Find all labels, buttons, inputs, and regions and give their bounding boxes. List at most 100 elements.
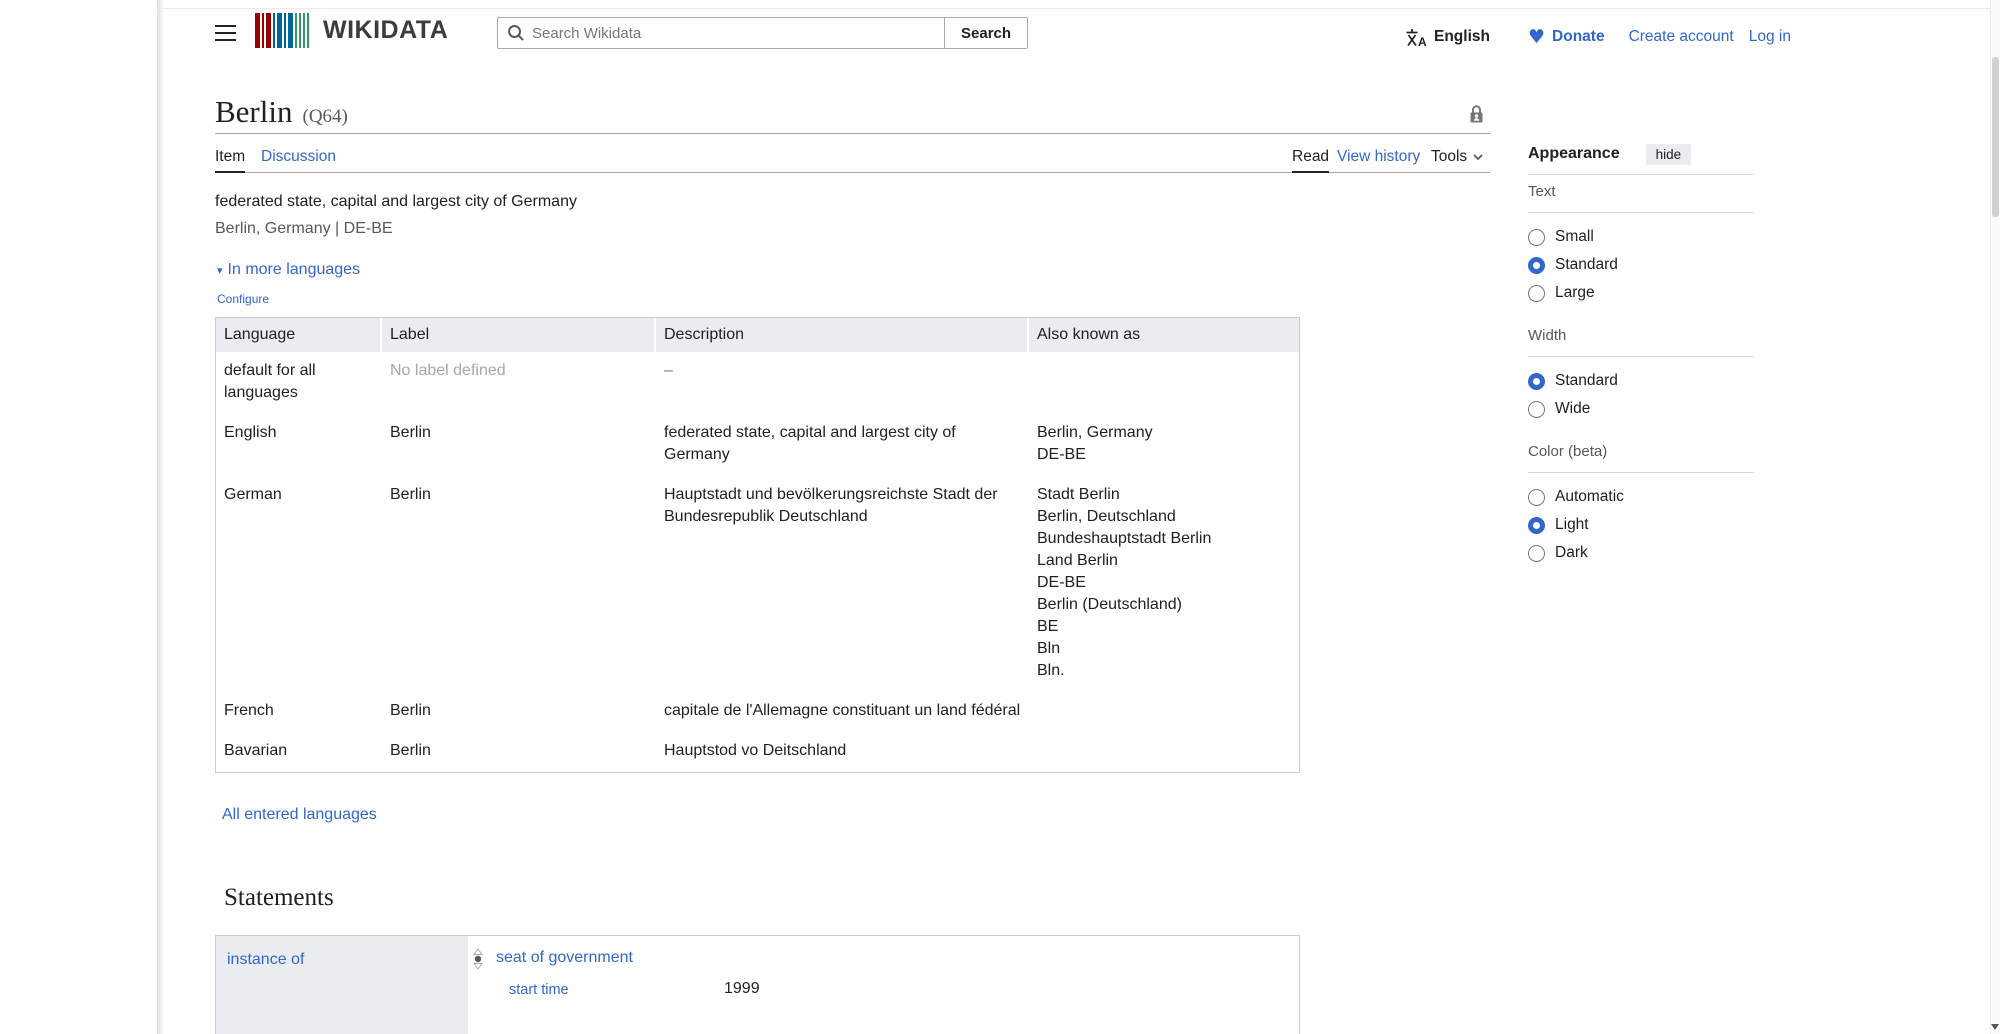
in-more-languages-toggle[interactable]: ▾In more languages xyxy=(217,261,360,279)
statement-value-link[interactable]: seat of government xyxy=(496,949,633,967)
column-header: Description xyxy=(656,318,1029,352)
entity-qid: (Q64) xyxy=(303,106,348,127)
translate-icon: A xyxy=(1405,28,1427,47)
appearance-header: Appearance hide xyxy=(1528,142,1754,166)
cell-aliases: Stadt BerlinBerlin, DeutschlandBundeshau… xyxy=(1029,476,1299,692)
radio-option-standard[interactable]: Standard xyxy=(1528,367,1754,395)
page-title: Berlin (Q64) xyxy=(215,94,348,130)
alias-item: Bln xyxy=(1037,638,1291,660)
language-button-label: English xyxy=(1434,28,1490,46)
cell-description: Hauptstod vo Deitschland xyxy=(656,732,1029,772)
column-header: Label xyxy=(382,318,656,352)
alias-item: BE xyxy=(1037,616,1291,638)
donate-link[interactable]: Donate xyxy=(1552,28,1605,46)
tab-tools[interactable]: Tools xyxy=(1431,148,1484,166)
alias-item: Berlin, Germany xyxy=(1037,422,1291,444)
radio-option-light[interactable]: Light xyxy=(1528,511,1754,539)
entity-label: Berlin xyxy=(215,94,293,129)
radio-option-automatic[interactable]: Automatic xyxy=(1528,483,1754,511)
cell-description: Hauptstadt und bevölkerungsreichste Stad… xyxy=(656,476,1029,692)
configure-link[interactable]: Configure xyxy=(217,292,269,306)
radio-option-small[interactable]: Small xyxy=(1528,223,1754,251)
radio-unselected-icon[interactable] xyxy=(1528,229,1545,246)
scrollbar-thumb[interactable] xyxy=(1992,57,1999,217)
statement-main-cell: seat of government start time 1999 xyxy=(468,936,1299,1034)
tools-label: Tools xyxy=(1431,148,1467,166)
cell-aliases xyxy=(1029,732,1299,772)
scrollbar-down-arrow-icon[interactable] xyxy=(1991,1024,1999,1030)
cell-label: No label defined xyxy=(382,352,656,414)
radio-selected-icon[interactable] xyxy=(1528,373,1545,390)
radio-selected-icon[interactable] xyxy=(1528,517,1545,534)
scrollbar[interactable] xyxy=(1990,0,2000,1034)
tab-read-active-underline xyxy=(1292,171,1329,173)
logo-text: WIKIDATA xyxy=(323,16,448,45)
page-tabs: Item Discussion Read View history Tools xyxy=(215,146,1490,173)
create-account-link[interactable]: Create account xyxy=(1629,28,1734,46)
window-left-edge xyxy=(157,0,164,1034)
alias-item: Berlin, Deutschland xyxy=(1037,506,1291,528)
cell-language: English xyxy=(216,414,382,476)
barcode-bar xyxy=(284,13,286,48)
radio-option-dark[interactable]: Dark xyxy=(1528,539,1754,567)
barcode-bar xyxy=(299,13,301,48)
radio-option-label: Light xyxy=(1555,516,1589,534)
radio-option-large[interactable]: Large xyxy=(1528,279,1754,307)
entity-alias-line: Berlin, Germany | DE-BE xyxy=(215,220,393,238)
cell-label: Berlin xyxy=(382,692,656,732)
normal-rank-icon[interactable] xyxy=(473,948,483,975)
section-divider xyxy=(1528,356,1754,357)
cell-label: Berlin xyxy=(382,732,656,772)
tab-discussion[interactable]: Discussion xyxy=(261,148,336,166)
cell-description: – xyxy=(656,352,1029,414)
language-table-header: LanguageLabelDescriptionAlso known as xyxy=(216,318,1299,352)
cell-description: federated state, capital and largest cit… xyxy=(656,414,1029,476)
radio-option-label: Automatic xyxy=(1555,488,1624,506)
tab-item[interactable]: Item xyxy=(215,148,245,166)
radio-unselected-icon[interactable] xyxy=(1528,401,1545,418)
lock-icon[interactable] xyxy=(1468,104,1485,129)
radio-unselected-icon[interactable] xyxy=(1528,545,1545,562)
alias-item: Berlin (Deutschland) xyxy=(1037,594,1291,616)
appearance-section-label-text: Text xyxy=(1528,183,1754,200)
table-row: BavarianBerlinHauptstod vo Deitschland xyxy=(216,732,1299,772)
cell-label: Berlin xyxy=(382,414,656,476)
search-input[interactable] xyxy=(497,17,945,49)
tab-read[interactable]: Read xyxy=(1292,148,1329,166)
radio-option-label: Small xyxy=(1555,228,1594,246)
section-divider xyxy=(1528,472,1754,473)
radio-selected-icon[interactable] xyxy=(1528,257,1545,274)
search-button[interactable]: Search xyxy=(944,17,1028,49)
cell-language: default for all languages xyxy=(216,352,382,414)
barcode-bar xyxy=(262,13,264,48)
wikidata-logo[interactable]: WIKIDATA xyxy=(255,13,448,48)
log-in-link[interactable]: Log in xyxy=(1749,28,1791,46)
property-link[interactable]: instance of xyxy=(227,951,304,968)
appearance-panel: Appearance hide TextSmallStandardLargeWi… xyxy=(1528,142,1754,567)
chevron-down-icon xyxy=(1472,153,1484,161)
cell-language: Bavarian xyxy=(216,732,382,772)
barcode-bar xyxy=(277,13,282,48)
header-user-links: A English ♥ Donate Create account Log in xyxy=(1405,26,1791,48)
tab-view-history[interactable]: View history xyxy=(1337,148,1420,166)
all-entered-languages-link[interactable]: All entered languages xyxy=(222,806,377,824)
entity-description: federated state, capital and largest cit… xyxy=(215,193,577,211)
menu-icon[interactable] xyxy=(215,25,236,41)
qualifier-property-link[interactable]: start time xyxy=(509,982,569,998)
radio-unselected-icon[interactable] xyxy=(1528,285,1545,302)
cell-label: Berlin xyxy=(382,476,656,692)
alias-item: Bln. xyxy=(1037,660,1291,682)
radio-option-wide[interactable]: Wide xyxy=(1528,395,1754,423)
barcode-bar xyxy=(303,13,305,48)
radio-unselected-icon[interactable] xyxy=(1528,489,1545,506)
statements-heading: Statements xyxy=(224,884,334,912)
cell-language: French xyxy=(216,692,382,732)
radio-option-standard[interactable]: Standard xyxy=(1528,251,1754,279)
alias-item: DE-BE xyxy=(1037,572,1291,594)
language-table: LanguageLabelDescriptionAlso known as de… xyxy=(215,317,1300,773)
column-header: Also known as xyxy=(1029,318,1299,352)
appearance-hide-button[interactable]: hide xyxy=(1646,144,1692,165)
language-button[interactable]: A English xyxy=(1405,28,1490,47)
table-row: FrenchBerlincapitale de l'Allemagne cons… xyxy=(216,692,1299,732)
heart-icon: ♥ xyxy=(1528,26,1545,48)
